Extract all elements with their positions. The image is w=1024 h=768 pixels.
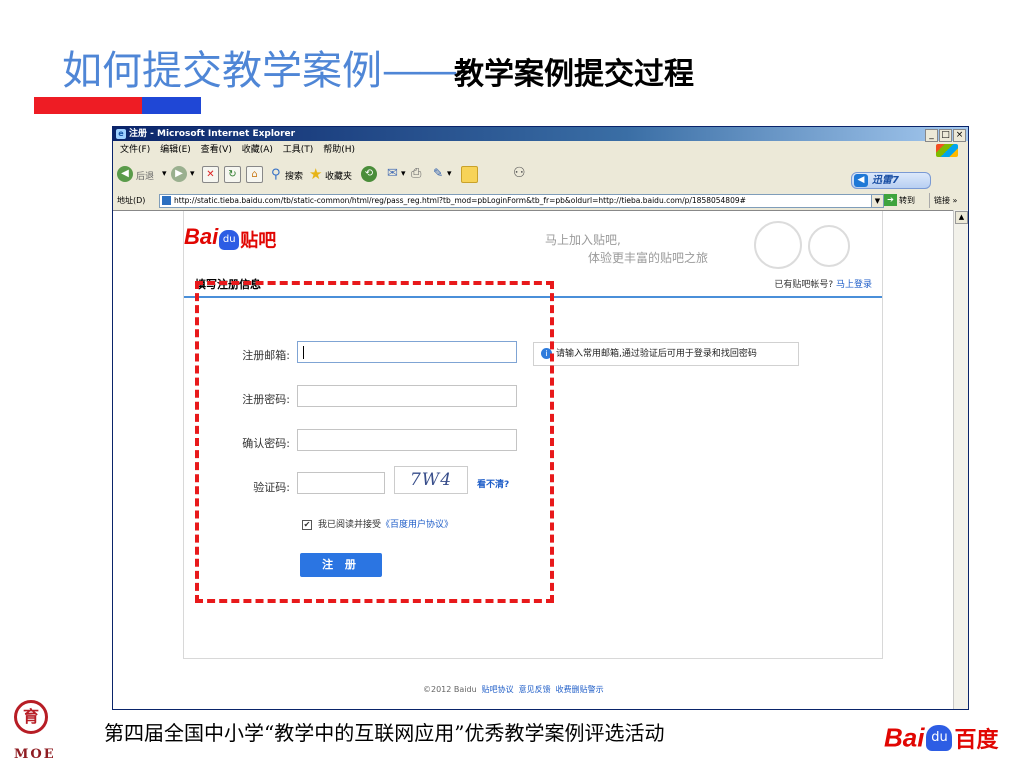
search-button-label[interactable]: 搜索 [285, 169, 303, 182]
browser-titlebar: e 注册 - Microsoft Internet Explorer _ □ × [113, 127, 968, 142]
menu-favorites[interactable]: 收藏(A) [242, 145, 273, 155]
scroll-up-icon[interactable]: ▲ [955, 211, 968, 224]
address-label: 地址(D) [117, 196, 146, 205]
ie-icon: e [116, 129, 126, 139]
blue-accent-bar [142, 97, 201, 114]
menu-bar: 文件(F) 编辑(E) 查看(V) 收藏(A) 工具(T) 帮助(H) [113, 142, 968, 158]
baidu-paw-icon: du [926, 725, 953, 751]
decoration-bubble-icon [754, 221, 802, 269]
back-dropdown-icon[interactable]: ▾ [162, 169, 167, 179]
footer-link-agreement[interactable]: 贴吧协议 [482, 685, 514, 694]
toolbar: ◀ 后退 ▾ ▶ ▾ ✕ ↻ ⌂ ⚲ 搜索 ★ 收藏夹 ⟲ ✉ ▾ ⎙ ✎ ▾ … [113, 159, 968, 189]
footer-copyright: ©2012 Baidu [423, 685, 477, 694]
baidu-logo-text: 百度 [954, 728, 999, 753]
browser-title: 注册 - Microsoft Internet Explorer [129, 129, 296, 139]
go-button[interactable]: 转到 [899, 193, 915, 208]
have-account: 已有贴吧帐号? 马上登录 [774, 277, 872, 290]
menu-tools[interactable]: 工具(T) [283, 145, 314, 155]
messenger-icon[interactable]: ⚇ [513, 165, 526, 181]
xunlei-button[interactable]: ◀ 迅雷7 [851, 172, 931, 189]
print-icon[interactable]: ⎙ [411, 166, 421, 181]
slide-title: 如何提交教学案例——教学案例提交过程 [62, 38, 694, 96]
back-button-label[interactable]: 后退 [136, 169, 154, 182]
back-arrow-icon[interactable]: ◀ [117, 166, 133, 182]
menu-help[interactable]: 帮助(H) [323, 145, 355, 155]
address-url: http://static.tieba.baidu.com/tb/static-… [174, 196, 746, 205]
have-account-text: 已有贴吧帐号? [774, 280, 834, 290]
slogan-line-1: 马上加入贴吧, [545, 233, 621, 247]
email-tip-text: 请输入常用邮箱,通过验证后可用于登录和找回密码 [556, 349, 757, 359]
favorites-button-label[interactable]: 收藏夹 [325, 169, 352, 182]
address-input[interactable]: http://static.tieba.baidu.com/tb/static-… [159, 194, 874, 208]
edit-icon[interactable]: ✎ [433, 166, 443, 180]
slogan-line-2: 体验更丰富的贴吧之旅 [588, 251, 709, 265]
slide-title-sub: 教学案例提交过程 [454, 57, 694, 92]
slide-title-dash: —— [382, 48, 458, 94]
tieba-logo[interactable]: Bai du 贴吧 [184, 224, 276, 253]
email-tip: i 请输入常用邮箱,通过验证后可用于登录和找回密码 [533, 342, 799, 366]
tieba-logo-bai: Bai [184, 224, 219, 249]
edit-dropdown-icon[interactable]: ▾ [447, 169, 452, 179]
address-dropdown-icon[interactable]: ▼ [871, 194, 884, 208]
windows-logo-icon [936, 144, 958, 157]
maximize-button[interactable]: □ [939, 129, 952, 142]
menu-edit[interactable]: 编辑(E) [160, 145, 191, 155]
paw-icon: du [219, 229, 240, 250]
menu-view[interactable]: 查看(V) [201, 145, 232, 155]
slide-title-main: 如何提交教学案例 [62, 48, 382, 94]
address-bar: 地址(D) http://static.tieba.baidu.com/tb/s… [113, 193, 968, 208]
window-buttons: _ □ × [924, 128, 966, 142]
xunlei-icon: ◀ [854, 174, 868, 187]
moe-emblem-icon: 育 [14, 700, 48, 734]
menu-file[interactable]: 文件(F) [120, 145, 150, 155]
forward-arrow-icon[interactable]: ▶ [171, 166, 187, 182]
page-icon [162, 196, 171, 205]
red-accent-bar [34, 97, 142, 114]
search-icon[interactable]: ⚲ [271, 167, 281, 182]
bottom-caption: 第四届全国中小学“教学中的互联网应用”优秀教学案例评选活动 [104, 721, 665, 745]
decoration-bubble-icon-2 [808, 225, 850, 267]
go-arrow-icon[interactable]: ➔ [884, 194, 897, 206]
baidu-logo-bai: Bai [884, 722, 925, 753]
page-footer: ©2012 Baidu 贴吧协议 意见反馈 收费删贴警示 [423, 684, 604, 695]
refresh-icon[interactable]: ↻ [224, 166, 241, 183]
home-icon[interactable]: ⌂ [246, 166, 263, 183]
moe-text: MOE [14, 747, 56, 762]
vertical-scrollbar[interactable]: ▲ [953, 210, 968, 709]
stop-icon[interactable]: ✕ [202, 166, 219, 183]
links-label: 链接 [934, 196, 950, 205]
forward-dropdown-icon[interactable]: ▾ [190, 169, 195, 179]
footer-link-feedback[interactable]: 意见反馈 [519, 685, 551, 694]
xunlei-label: 迅雷7 [872, 175, 899, 186]
mail-icon[interactable]: ✉ [387, 166, 398, 181]
favorites-star-icon[interactable]: ★ [309, 165, 322, 183]
history-icon[interactable]: ⟲ [361, 166, 377, 182]
tieba-logo-text: 贴吧 [240, 230, 277, 252]
minimize-button[interactable]: _ [925, 129, 938, 142]
close-button[interactable]: × [953, 129, 966, 142]
baidu-logo: Bai du 百度 [884, 722, 998, 754]
mail-dropdown-icon[interactable]: ▾ [401, 169, 406, 179]
login-link[interactable]: 马上登录 [836, 280, 872, 290]
footer-link-warning[interactable]: 收费删贴警示 [556, 685, 604, 694]
folder-icon[interactable] [461, 166, 478, 183]
links-button[interactable]: 链接 » [929, 193, 957, 208]
highlight-box [195, 281, 554, 603]
